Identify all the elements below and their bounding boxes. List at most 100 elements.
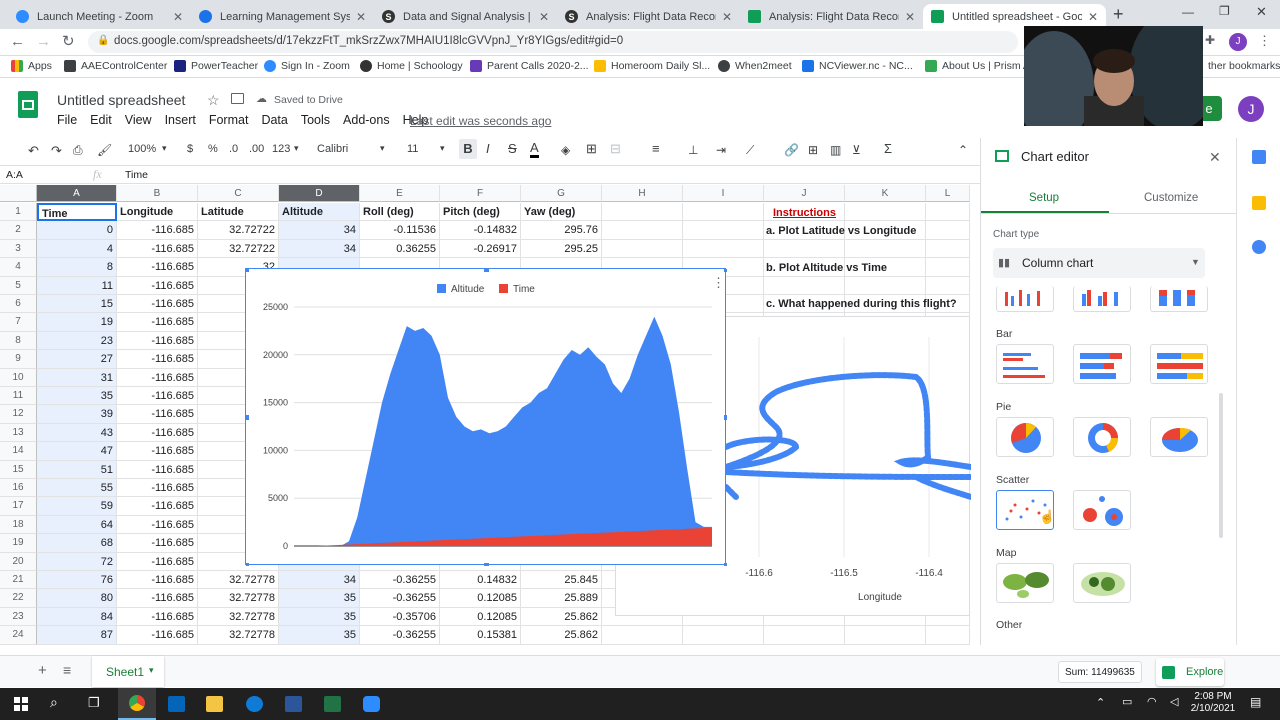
name-box[interactable]: A:A bbox=[6, 169, 23, 181]
cell[interactable]: 25.862 bbox=[521, 626, 602, 645]
collapse-icon[interactable]: ⌃ bbox=[958, 143, 968, 157]
menu-data[interactable]: Data bbox=[261, 113, 287, 127]
chart-thumb-column-100[interactable] bbox=[1150, 286, 1208, 312]
browser-menu-icon[interactable]: ⋮ bbox=[1258, 33, 1271, 49]
row-header[interactable]: 21 bbox=[0, 571, 37, 590]
explore-button[interactable]: Explore bbox=[1156, 658, 1224, 686]
cell[interactable] bbox=[764, 276, 845, 295]
cell[interactable] bbox=[845, 276, 926, 295]
row-header[interactable]: 16 bbox=[0, 479, 37, 498]
user-avatar[interactable]: J bbox=[1238, 96, 1264, 122]
cell[interactable]: 0.15381 bbox=[440, 626, 521, 645]
notifications-icon[interactable]: ▤ bbox=[1250, 695, 1261, 709]
reload-icon[interactable]: ↻ bbox=[62, 32, 75, 50]
edge-icon[interactable] bbox=[246, 696, 263, 712]
row-header[interactable]: 20 bbox=[0, 552, 37, 571]
cell[interactable] bbox=[845, 626, 926, 645]
cell[interactable]: 4 bbox=[37, 239, 117, 259]
resize-handle[interactable] bbox=[724, 563, 729, 568]
row-header[interactable]: 19 bbox=[0, 534, 37, 553]
browser-tab[interactable]: SAnalysis: Flight Data Recorder✕ bbox=[557, 4, 740, 29]
close-icon[interactable]: ✕ bbox=[722, 10, 732, 24]
menu-insert[interactable]: Insert bbox=[165, 113, 196, 127]
outlook-icon[interactable] bbox=[168, 696, 185, 712]
menu-view[interactable]: View bbox=[125, 113, 152, 127]
redo-icon[interactable]: ↷ bbox=[51, 143, 62, 159]
bookmark[interactable]: Homeroom Daily Sl... bbox=[594, 60, 710, 72]
chart-thumb-pie-3d[interactable] bbox=[1150, 417, 1208, 457]
all-sheets-icon[interactable]: ≡ bbox=[63, 662, 71, 678]
bold-icon[interactable]: B bbox=[459, 139, 477, 159]
chart-menu-icon[interactable]: ⋮ bbox=[712, 275, 725, 291]
altitude-chart[interactable]: 0 5000 10000 15000 20000 25000 Altitude Time ⋮ bbox=[244, 267, 729, 568]
cell[interactable]: -0.36255 bbox=[360, 626, 440, 645]
column-header[interactable]: J bbox=[764, 185, 845, 202]
row-header[interactable]: 14 bbox=[0, 442, 37, 461]
cell[interactable] bbox=[845, 239, 926, 259]
cell[interactable]: -116.685 bbox=[117, 607, 198, 627]
browser-tab[interactable]: Learning Management System✕ bbox=[191, 4, 374, 29]
row-header[interactable]: 11 bbox=[0, 387, 37, 406]
minimize-button[interactable]: — bbox=[1182, 5, 1194, 19]
cell[interactable]: -116.685 bbox=[117, 221, 198, 240]
functions-icon[interactable]: Σ bbox=[884, 141, 892, 156]
chart-thumb-bar[interactable] bbox=[996, 344, 1054, 384]
zoom-select[interactable]: 100% bbox=[128, 143, 156, 155]
sheet-tab-sheet1[interactable]: Sheet1 ▾ bbox=[92, 656, 164, 687]
row-header[interactable]: 18 bbox=[0, 515, 37, 535]
cell[interactable]: -116.685 bbox=[117, 460, 198, 479]
cell[interactable]: -116.685 bbox=[117, 589, 198, 608]
cell[interactable]: 0.14832 bbox=[440, 571, 521, 590]
cell[interactable]: 35 bbox=[279, 607, 360, 627]
forward-icon[interactable]: → bbox=[36, 33, 51, 50]
file-explorer-icon[interactable] bbox=[206, 696, 223, 712]
cell[interactable]: 0 bbox=[37, 221, 117, 240]
battery-icon[interactable]: ▭ bbox=[1122, 695, 1132, 708]
cell[interactable]: 15 bbox=[37, 295, 117, 314]
cell[interactable]: -116.685 bbox=[117, 534, 198, 553]
row-header[interactable]: 15 bbox=[0, 460, 37, 479]
row-header[interactable]: 22 bbox=[0, 589, 37, 608]
row-header[interactable]: 5 bbox=[0, 276, 37, 295]
cell[interactable]: 32.72722 bbox=[198, 221, 279, 240]
cell[interactable]: -116.685 bbox=[117, 239, 198, 259]
cell[interactable] bbox=[602, 203, 683, 222]
cell[interactable]: 11 bbox=[37, 276, 117, 295]
cell[interactable] bbox=[683, 203, 764, 222]
add-sheet-button[interactable]: + bbox=[38, 662, 47, 679]
cell[interactable]: -116.685 bbox=[117, 626, 198, 645]
doc-title[interactable]: Untitled spreadsheet bbox=[57, 92, 185, 108]
cell[interactable]: 84 bbox=[37, 607, 117, 627]
cell[interactable]: Pitch (deg) bbox=[440, 203, 521, 222]
profile-avatar[interactable]: J bbox=[1229, 33, 1247, 51]
back-icon[interactable]: ← bbox=[10, 33, 25, 50]
cell[interactable]: 32.72778 bbox=[198, 626, 279, 645]
chart-thumb-donut[interactable] bbox=[1073, 417, 1131, 457]
new-tab-button[interactable]: + bbox=[1113, 4, 1124, 25]
clock[interactable]: 2:08 PM 2/10/2021 bbox=[1190, 691, 1236, 715]
chart-thumb-geo-markers[interactable] bbox=[1073, 563, 1131, 603]
instruction-c[interactable]: c. What happened during this flight? bbox=[766, 298, 957, 310]
cell[interactable]: -116.685 bbox=[117, 387, 198, 406]
cell[interactable]: 68 bbox=[37, 534, 117, 553]
column-header[interactable]: B bbox=[117, 185, 198, 202]
cell[interactable]: 31 bbox=[37, 368, 117, 387]
tab-setup[interactable]: Setup bbox=[1029, 192, 1059, 204]
row-header[interactable]: 13 bbox=[0, 423, 37, 443]
cell[interactable]: 39 bbox=[37, 405, 117, 424]
last-edit-link[interactable]: Last edit was seconds ago bbox=[410, 114, 551, 128]
borders-icon[interactable]: ⊞ bbox=[586, 141, 597, 157]
italic-icon[interactable]: I bbox=[486, 141, 490, 156]
cell[interactable] bbox=[926, 276, 970, 295]
cell[interactable]: -116.685 bbox=[117, 571, 198, 590]
cell[interactable]: 72 bbox=[37, 552, 117, 571]
wrap-icon[interactable]: ⇥ bbox=[716, 143, 726, 157]
tasks-icon[interactable] bbox=[1252, 240, 1266, 254]
cell[interactable]: -116.685 bbox=[117, 331, 198, 351]
cell[interactable]: -116.685 bbox=[117, 442, 198, 461]
percent-button[interactable]: % bbox=[208, 143, 218, 155]
column-header[interactable]: C bbox=[198, 185, 279, 202]
cell[interactable]: -116.685 bbox=[117, 552, 198, 571]
menu-edit[interactable]: Edit bbox=[90, 113, 112, 127]
chart-thumb-bar-100[interactable] bbox=[1150, 344, 1208, 384]
